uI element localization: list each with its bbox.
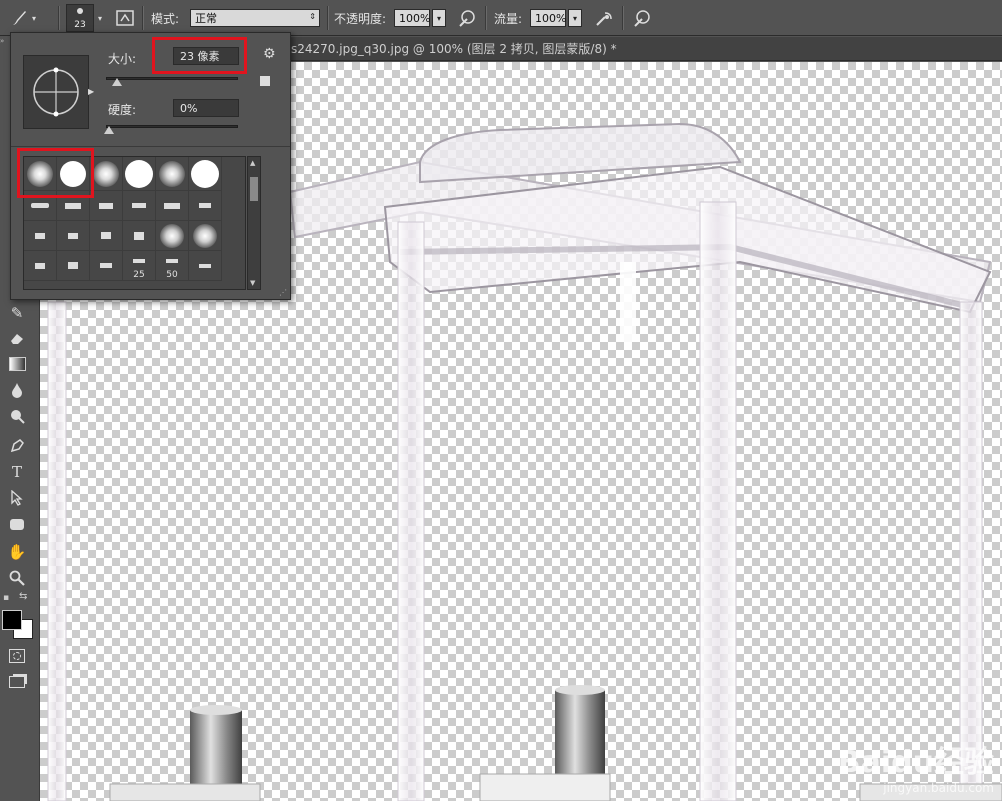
flow-dropdown-button[interactable]: ▾ xyxy=(568,9,582,27)
toggle-brush-panel-icon[interactable] xyxy=(114,0,136,36)
zoom-icon[interactable] xyxy=(6,567,28,589)
path-selection-icon[interactable] xyxy=(6,487,28,509)
preset-brush[interactable] xyxy=(123,221,156,251)
hardness-slider-track[interactable] xyxy=(106,125,238,128)
gear-icon[interactable]: ⚙ xyxy=(263,46,276,62)
airbrush-icon[interactable] xyxy=(593,0,615,36)
preset-brush[interactable] xyxy=(156,191,189,221)
rectangle-tool-icon[interactable] xyxy=(6,513,28,535)
scrollbar-thumb[interactable] xyxy=(250,177,258,201)
preset-brush[interactable] xyxy=(90,191,123,221)
preset-size-label: 25 xyxy=(133,270,145,280)
preset-brush[interactable] xyxy=(57,251,90,281)
document-title: s24270.jpg_q30.jpg @ 100% (图层 2 拷贝, 图层蒙版… xyxy=(291,42,617,56)
mode-value: 正常 xyxy=(195,12,217,25)
document-tab[interactable]: s24270.jpg_q30.jpg @ 100% (图层 2 拷贝, 图层蒙版… xyxy=(291,37,1002,61)
dodge-icon[interactable] xyxy=(6,405,28,427)
opacity-value: 100% xyxy=(399,11,431,25)
resize-grip-icon[interactable]: ⋰ xyxy=(279,288,287,297)
flow-label: 流量: xyxy=(494,11,523,26)
preset-hard-round-2[interactable] xyxy=(123,157,156,191)
size-highlight-box xyxy=(152,37,247,74)
new-preset-icon[interactable] xyxy=(260,76,270,86)
preset-hard-round-3[interactable] xyxy=(189,157,222,191)
hand-icon[interactable]: ✋ xyxy=(6,541,28,563)
preset-size-label: 50 xyxy=(166,270,178,280)
preset-highlight-box xyxy=(17,148,94,198)
size-slider-track[interactable] xyxy=(106,77,238,80)
preset-brush[interactable] xyxy=(189,251,222,281)
play-arrow-icon: ▶ xyxy=(88,87,95,96)
opacity-dropdown-button[interactable]: ▾ xyxy=(432,9,446,27)
mode-select[interactable]: 正常 ⇕ xyxy=(190,9,320,27)
mode-label: 模式: xyxy=(151,11,180,26)
brush-size-preview: 23 xyxy=(74,20,86,30)
chevron-down-icon: ▾ xyxy=(98,13,103,23)
preset-brush-50[interactable]: 50 xyxy=(156,251,189,281)
size-label: 大小: xyxy=(108,52,137,66)
preset-brush[interactable] xyxy=(24,221,57,251)
hardness-label: 硬度: xyxy=(108,103,137,117)
brush-tool-icon[interactable]: ▾ xyxy=(8,0,36,36)
brush-angle-preview[interactable] xyxy=(23,55,89,129)
options-bar: ▾ 23 ▾ 模式: 正常 ⇕ 不透明度: 100% ▾ 流量: 100% ▾ xyxy=(0,0,1002,36)
type-icon[interactable]: T xyxy=(6,461,28,483)
flow-input[interactable]: 100% xyxy=(530,9,566,27)
preset-brush[interactable] xyxy=(57,221,90,251)
screen-mode-icon[interactable] xyxy=(6,671,28,693)
opacity-input[interactable]: 100% xyxy=(394,9,430,27)
presets-scrollbar[interactable]: ▲ ▼ xyxy=(247,156,261,290)
preset-soft-round-large[interactable] xyxy=(189,221,222,251)
scroll-up-icon[interactable]: ▲ xyxy=(250,159,255,167)
watermark-brand: Baidu经验 xyxy=(837,745,994,780)
quick-mask-icon[interactable] xyxy=(6,645,28,667)
preset-brush[interactable] xyxy=(90,221,123,251)
preset-brush-25[interactable]: 25 xyxy=(123,251,156,281)
preset-soft-round-large[interactable] xyxy=(156,221,189,251)
hardness-slider-thumb[interactable] xyxy=(104,126,114,134)
opacity-label: 不透明度: xyxy=(334,11,387,26)
watermark-url: jingyan.baidu.com xyxy=(883,781,994,795)
gradient-icon[interactable] xyxy=(6,353,28,375)
hardness-value: 0% xyxy=(180,101,198,115)
pressure-size-icon[interactable] xyxy=(631,0,653,36)
size-slider-thumb[interactable] xyxy=(111,78,122,86)
hardness-input[interactable]: 0% xyxy=(173,99,239,117)
updown-arrow-icon: ⇕ xyxy=(309,12,316,21)
pen-icon[interactable] xyxy=(6,435,28,457)
flow-value: 100% xyxy=(535,11,567,25)
brush-preset-picker[interactable]: 23 ▾ xyxy=(66,0,102,36)
watermark: Baidu经验 jingyan.baidu.com xyxy=(838,737,994,795)
blur-icon[interactable] xyxy=(6,379,28,401)
default-colors-icon[interactable]: ▪ xyxy=(3,593,9,603)
eraser-icon[interactable] xyxy=(6,327,28,349)
preset-brush[interactable] xyxy=(189,191,222,221)
foreground-color-swatch[interactable] xyxy=(2,610,22,630)
preset-soft-round-3[interactable] xyxy=(156,157,189,191)
brush-preset-panel: ▶ 大小: 23 像素 ⚙ 硬度: 0% 25 50 ▲ ▼ ⋰ xyxy=(10,32,291,300)
history-brush-icon[interactable]: ✎ xyxy=(6,302,28,324)
swap-colors-icon[interactable]: ⇆ xyxy=(19,591,27,602)
preset-brush[interactable] xyxy=(90,251,123,281)
preset-brush[interactable] xyxy=(123,191,156,221)
preset-brush[interactable] xyxy=(24,251,57,281)
preset-soft-round-2[interactable] xyxy=(90,157,123,191)
pressure-opacity-icon[interactable] xyxy=(456,0,478,36)
scroll-down-icon[interactable]: ▼ xyxy=(250,279,255,287)
